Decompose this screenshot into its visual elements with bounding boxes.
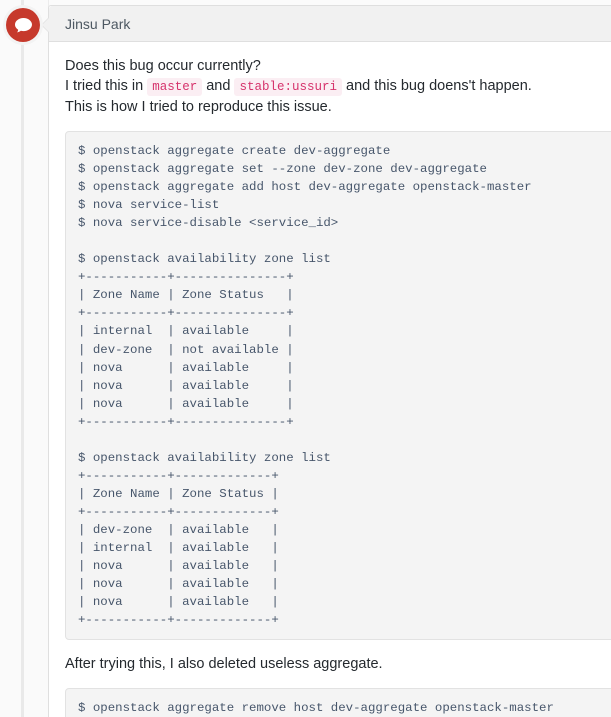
comment-author[interactable]: Jinsu Park	[65, 16, 130, 32]
timeline-gutter	[0, 0, 49, 717]
paragraph-reproduce-intro: This is how I tried to reproduce this is…	[65, 99, 332, 115]
inline-code-stable-ussuri: stable:ussuri	[234, 78, 342, 96]
code-block-remove-host-text: $ openstack aggregate remove host dev-ag…	[78, 701, 554, 716]
comment-page: Jinsu Park Does this bug occur currently…	[0, 0, 611, 717]
code-block-remove-host[interactable]: $ openstack aggregate remove host dev-ag…	[65, 688, 611, 717]
text-prefix: I tried this in	[65, 78, 148, 94]
comment-header: Jinsu Park	[41, 6, 611, 42]
timeline-rail	[21, 0, 24, 717]
comment-card: Jinsu Park Does this bug occur currently…	[41, 5, 611, 717]
text-mid: and	[202, 78, 235, 94]
comment-body: Does this bug occur currently? I tried t…	[49, 42, 611, 717]
avatar[interactable]	[3, 5, 43, 45]
paragraph-tried-branches: I tried this in master and stable:ussuri…	[65, 76, 611, 97]
avatar-circle	[6, 8, 40, 42]
inline-code-master: master	[147, 78, 203, 96]
code-block-reproduce-text: $ openstack aggregate create dev-aggrega…	[78, 144, 532, 628]
code-block-reproduce[interactable]: $ openstack aggregate create dev-aggrega…	[65, 131, 611, 641]
paragraph-after-trying: After trying this, I also deleted useles…	[65, 656, 383, 673]
speech-bubble-icon	[14, 17, 33, 33]
text-suffix: and this bug doens't happen.	[342, 78, 532, 94]
paragraph-question: Does this bug occur currently?	[65, 58, 261, 74]
